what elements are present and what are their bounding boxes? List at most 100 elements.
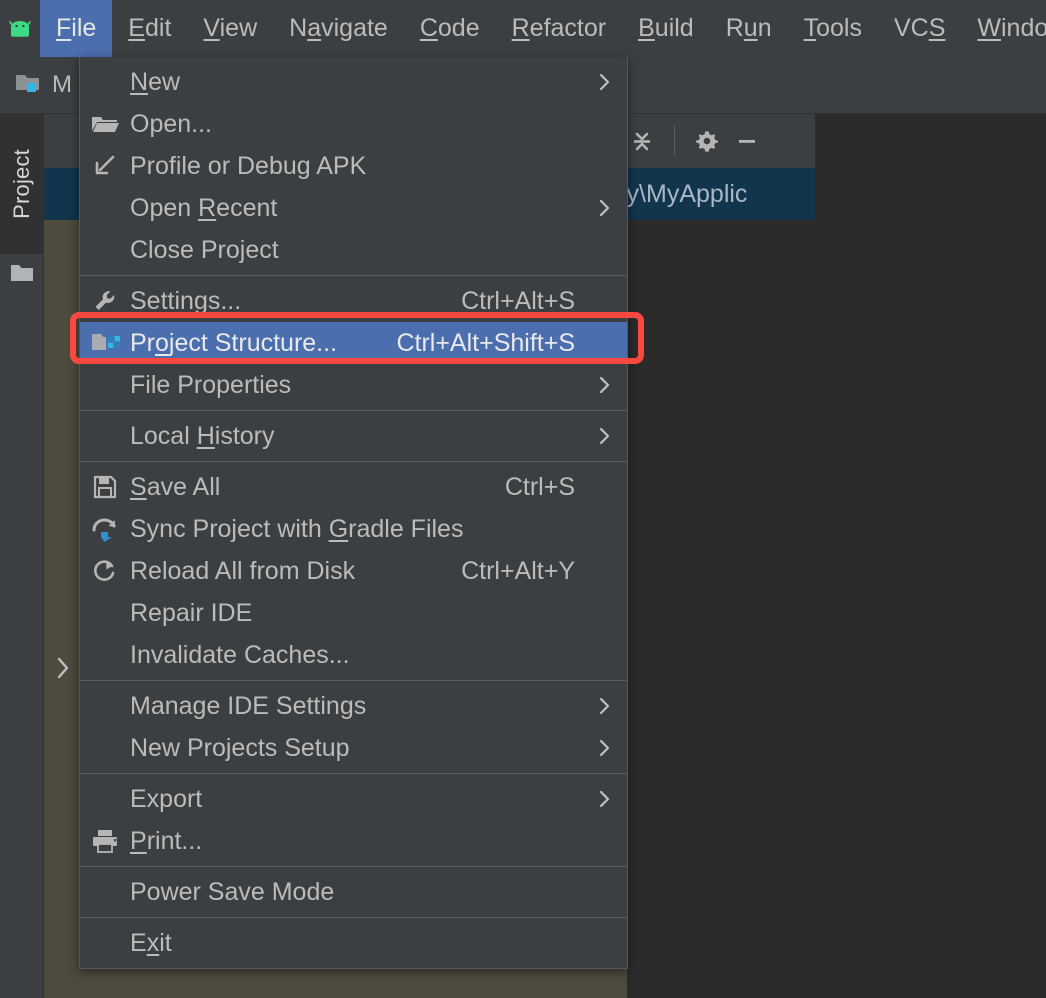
menu-item-export[interactable]: Export [80,778,627,820]
tool-window-tab-project[interactable]: Project [0,114,43,254]
menu-separator [80,866,627,867]
folder-open-icon [80,111,130,137]
menubar-item-file[interactable]: File [40,0,113,57]
folder-icon[interactable] [10,262,34,284]
tool-window-tab-project-label: Project [8,149,34,219]
menu-item-file-properties[interactable]: File Properties [80,364,627,406]
menubar-item-edit[interactable]: Edit [112,0,187,57]
menu-item-label: Save All [130,472,221,501]
chevron-right-icon [587,694,627,718]
save-icon [80,474,130,500]
menu-item-label: Open... [130,109,212,138]
menu-item-new-projects-setup[interactable]: New Projects Setup [80,727,627,769]
menu-item-label: Open Recent [130,193,278,222]
profile-apk-icon [80,152,130,180]
gear-icon[interactable] [687,121,727,161]
breadcrumb-label: M [52,71,72,98]
menubar-item-label: Refactor [511,14,607,42]
menu-item-label: Profile or Debug APK [130,151,367,180]
menubar-item-view[interactable]: View [187,0,273,57]
menubar-item-tools[interactable]: Tools [788,0,878,57]
minimize-icon[interactable] [727,121,767,161]
menubar-item-vcs[interactable]: VCS [878,0,961,57]
menu-item-label: Settings... [130,286,242,315]
menu-item-sync-project-with-gradle-files[interactable]: Sync Project with Gradle Files [80,508,627,550]
project-structure-icon [80,330,130,356]
chevron-right-icon [587,70,627,94]
file-menu-dropdown[interactable]: New Open... Profile or Debug APK Open Recen… [79,57,628,969]
menu-separator [80,680,627,681]
menubar-item-label: Build [638,14,694,42]
menubar-item-window[interactable]: Window [961,0,1046,57]
menubar-item-label: Tools [803,14,862,42]
menu-separator [80,275,627,276]
menu-item-power-save-mode[interactable]: Power Save Mode [80,871,627,913]
chevron-right-icon [587,196,627,220]
menu-item-label: Project Structure... [130,328,338,357]
menu-item-label: Repair IDE [130,598,253,627]
menu-item-label: Export [130,784,203,813]
chevron-right-icon [587,736,627,760]
menu-item-invalidate-caches[interactable]: Invalidate Caches... [80,634,627,676]
menu-item-label: Invalidate Caches... [130,640,350,669]
menu-item-label: File Properties [130,370,292,399]
android-studio-window: File Edit View Navigate Code Refactor Build Run… [0,0,1046,998]
menu-item-label: Reload All from Disk [130,556,356,585]
menu-item-label: Close Project [130,235,279,264]
menu-item-open-recent[interactable]: Open Recent [80,187,627,229]
menubar-item-label: Edit [128,14,172,42]
menu-separator [80,773,627,774]
menu-item-open[interactable]: Open... [80,103,627,145]
menu-item-project-structure[interactable]: Project Structure... Ctrl+Alt+Shift+S [80,322,627,364]
menubar-item-code[interactable]: Code [404,0,496,57]
menu-item-save-all[interactable]: Save All Ctrl+S [80,466,627,508]
sync-gradle-icon [80,515,130,543]
module-folder-icon [14,70,44,101]
menu-item-shortcut: Ctrl+Alt+Y [461,556,575,585]
android-logo-icon [0,0,40,57]
menu-item-label: Sync Project with Gradle Files [130,514,464,543]
menubar-item-label: View [203,14,258,42]
menubar-item-run[interactable]: Run [710,0,788,57]
editor-background [627,220,815,998]
menu-item-label: Manage IDE Settings [130,691,367,720]
menu-separator [80,410,627,411]
menu-item-label: Local History [130,421,275,450]
menu-item-shortcut: Ctrl+S [504,472,575,501]
menu-item-shortcut: Ctrl+Alt+S [461,286,575,315]
menu-item-repair-ide[interactable]: Repair IDE [80,592,627,634]
left-tool-window-stripe: Project [0,114,44,998]
printer-icon [80,828,130,854]
menu-item-manage-ide-settings[interactable]: Manage IDE Settings [80,685,627,727]
menu-item-new[interactable]: New [80,61,627,103]
menu-item-label: New [130,67,181,96]
menu-item-profile-or-debug-apk[interactable]: Profile or Debug APK [80,145,627,187]
menu-item-reload-all-from-disk[interactable]: Reload All from Disk Ctrl+Alt+Y [80,550,627,592]
menu-item-label: Print... [130,826,203,855]
menu-item-print[interactable]: Print... [80,820,627,862]
menu-item-label: Exit [130,928,172,957]
wrench-icon [80,287,130,315]
menu-separator [80,461,627,462]
menu-item-close-project[interactable]: Close Project [80,229,627,271]
menu-item-shortcut: Ctrl+Alt+Shift+S [396,328,575,357]
menubar-item-navigate[interactable]: Navigate [273,0,404,57]
menu-item-label: New Projects Setup [130,733,350,762]
menu-item-local-history[interactable]: Local History [80,415,627,457]
chevron-right-icon [587,787,627,811]
menubar-item-build[interactable]: Build [622,0,710,57]
menu-item-settings[interactable]: Settings... Ctrl+Alt+S [80,280,627,322]
menubar-item-label: Window [977,14,1046,42]
menubar-item-label: Run [725,14,772,42]
menubar-item-refactor[interactable]: Refactor [496,0,623,57]
menu-separator [80,917,627,918]
chevron-right-icon [587,424,627,448]
toolbar-separator [674,126,675,156]
menu-item-exit[interactable]: Exit [80,922,627,964]
chevron-right-icon[interactable] [50,652,76,684]
editor-panel [815,114,1046,998]
collapse-all-icon[interactable] [622,121,662,161]
menubar-item-label: VCS [893,14,946,42]
menu-item-label: Power Save Mode [130,877,335,906]
main-menu-bar: File Edit View Navigate Code Refactor Build Run… [0,0,1046,57]
